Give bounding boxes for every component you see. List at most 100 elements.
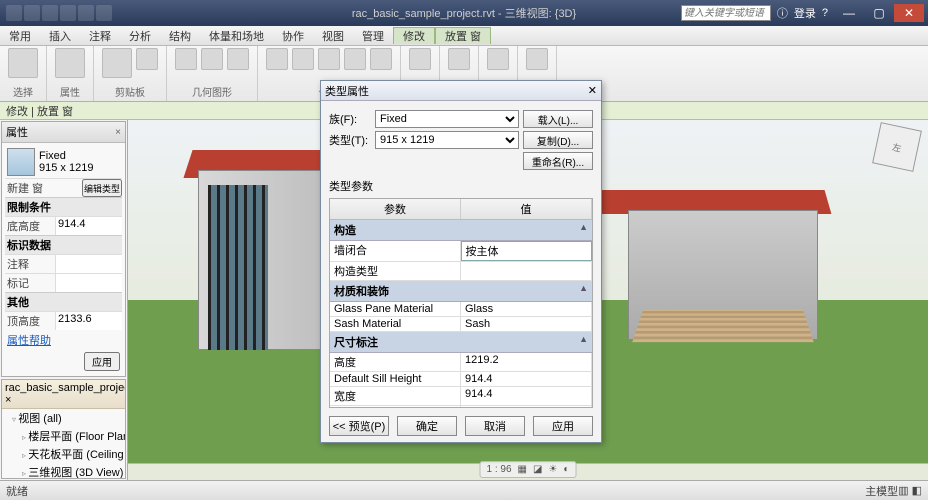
param-val[interactable]: 1219.2 [461,353,592,371]
rotate-icon[interactable] [318,48,340,70]
cut-geom-icon[interactable] [201,48,223,70]
join-icon[interactable] [227,48,249,70]
visual-style-icon[interactable]: ◪ [533,464,542,475]
dialog-titlebar[interactable]: 类型属性 ✕ [321,81,601,101]
menu-view[interactable]: 视图 [313,28,353,44]
status-text: 就绪 [6,483,28,499]
param-key: 宽度 [330,387,461,405]
prop-key: 顶高度 [5,312,55,330]
properties-icon[interactable] [55,48,85,78]
menu-insert[interactable]: 插入 [40,28,80,44]
cancel-button[interactable]: 取消 [465,416,525,436]
mode-icon[interactable] [526,48,548,70]
qat-undo-icon[interactable] [60,5,76,21]
prop-val[interactable]: 914.4 [55,217,122,235]
properties-header[interactable]: 属性 × [2,122,125,143]
cope-icon[interactable] [175,48,197,70]
shadow-icon[interactable]: ◐ [563,464,569,475]
prop-help-link[interactable]: 属性帮助 [5,330,122,350]
col-value: 值 [461,199,592,219]
type-label: 类型(T): [329,132,371,148]
worksets-icon[interactable]: ◧ [912,484,922,497]
search-input[interactable] [681,5,771,21]
project-browser[interactable]: rac_basic_sample_project.rvt × 视图 (all) … [1,379,126,479]
menu-collab[interactable]: 协作 [273,28,313,44]
tree-item[interactable]: 三维视图 (3D View) [22,463,125,479]
main-model-label[interactable]: 主模型 [865,483,898,499]
preview-button[interactable]: << 预览(P) [329,416,389,436]
type-selector[interactable]: Fixed 915 x 1219 [5,146,122,178]
filter-icon[interactable]: ▥ [898,484,908,497]
qat-save-icon[interactable] [42,5,58,21]
menu-context[interactable]: 放置 窗 [435,27,491,44]
param-val[interactable]: 按主体 [461,241,593,261]
paste-icon[interactable] [102,48,132,78]
tree-item[interactable]: 楼层平面 (Floor Plan) [22,427,125,445]
status-bar: 就绪 主模型 ▥ ◧ [0,480,928,500]
browser-tab[interactable]: rac_basic_sample_project.rvt × [2,380,125,409]
scale-label[interactable]: 1 : 96 [487,464,512,475]
array-icon[interactable] [370,48,392,70]
apply-button[interactable]: 应用 [84,352,120,371]
create-icon[interactable] [487,48,509,70]
param-key: 墙闭合 [330,241,461,261]
param-val[interactable]: 914.4 [461,372,592,386]
edit-type-button[interactable]: 编辑类型 [82,179,122,197]
type-properties-dialog: 类型属性 ✕ 族(F): Fixed 载入(L)... 类型(T): 915 x… [320,80,602,443]
param-group[interactable]: 构造▲ [330,220,592,241]
close-icon[interactable]: ✕ [588,84,597,97]
param-val[interactable]: Sash [461,317,592,331]
param-group[interactable]: 尺寸标注▲ [330,332,592,353]
menu-annotate[interactable]: 注释 [80,28,120,44]
view-cube[interactable]: 左 [872,122,922,172]
close-icon[interactable]: × [115,127,121,138]
maximize-button[interactable]: ▢ [864,4,894,22]
menu-massing[interactable]: 体量和场地 [200,28,273,44]
move-icon[interactable] [266,48,288,70]
mirror-icon[interactable] [344,48,366,70]
rename-button[interactable]: 重命名(R)... [523,152,593,170]
sun-icon[interactable]: ☀ [548,464,557,475]
menu-home[interactable]: 常用 [0,28,40,44]
prop-val[interactable] [55,255,122,273]
copy-icon[interactable] [292,48,314,70]
app-menu-icon[interactable] [6,5,22,21]
menu-structure[interactable]: 结构 [160,28,200,44]
measure-icon[interactable] [448,48,470,70]
type-size: 915 x 1219 [39,162,93,174]
help-icon[interactable]: ? [822,7,828,19]
info-icon[interactable]: ⓘ [777,5,788,21]
family-select[interactable]: Fixed [375,110,519,128]
param-key: Sash Material [330,317,461,331]
ok-button[interactable]: 确定 [397,416,457,436]
login-label[interactable]: 登录 [794,5,816,21]
menu-analyze[interactable]: 分析 [120,28,160,44]
apply-button[interactable]: 应用 [533,416,593,436]
tree-views[interactable]: 视图 (all) [12,409,125,427]
param-group[interactable]: 材质和装饰▲ [330,281,592,302]
param-val[interactable]: 19.1 [461,406,592,408]
type-params-label: 类型参数 [329,178,593,194]
prop-val[interactable] [55,274,122,292]
param-val[interactable]: 914.4 [461,387,592,405]
minimize-button[interactable]: — [834,4,864,22]
param-key: 构造类型 [330,262,461,280]
view-icon[interactable] [409,48,431,70]
detail-icon[interactable]: ▦ [518,464,527,475]
menu-manage[interactable]: 管理 [353,28,393,44]
load-button[interactable]: 载入(L)... [523,110,593,128]
tree-item[interactable]: 天花板平面 (Ceiling Plan) [22,445,125,463]
duplicate-button[interactable]: 复制(D)... [523,131,593,149]
menu-modify[interactable]: 修改 [393,27,435,44]
zoom-controls[interactable]: ▥ ◧ [898,484,922,497]
qat-print-icon[interactable] [96,5,112,21]
cut-icon[interactable] [136,48,158,70]
param-val[interactable]: Glass [461,302,592,316]
qat-redo-icon[interactable] [78,5,94,21]
type-select[interactable]: 915 x 1219 [375,131,519,149]
prop-val[interactable]: 2133.6 [55,312,122,330]
qat-open-icon[interactable] [24,5,40,21]
select-tool-icon[interactable] [8,48,38,78]
param-val[interactable] [461,262,592,280]
close-button[interactable]: ✕ [894,4,924,22]
